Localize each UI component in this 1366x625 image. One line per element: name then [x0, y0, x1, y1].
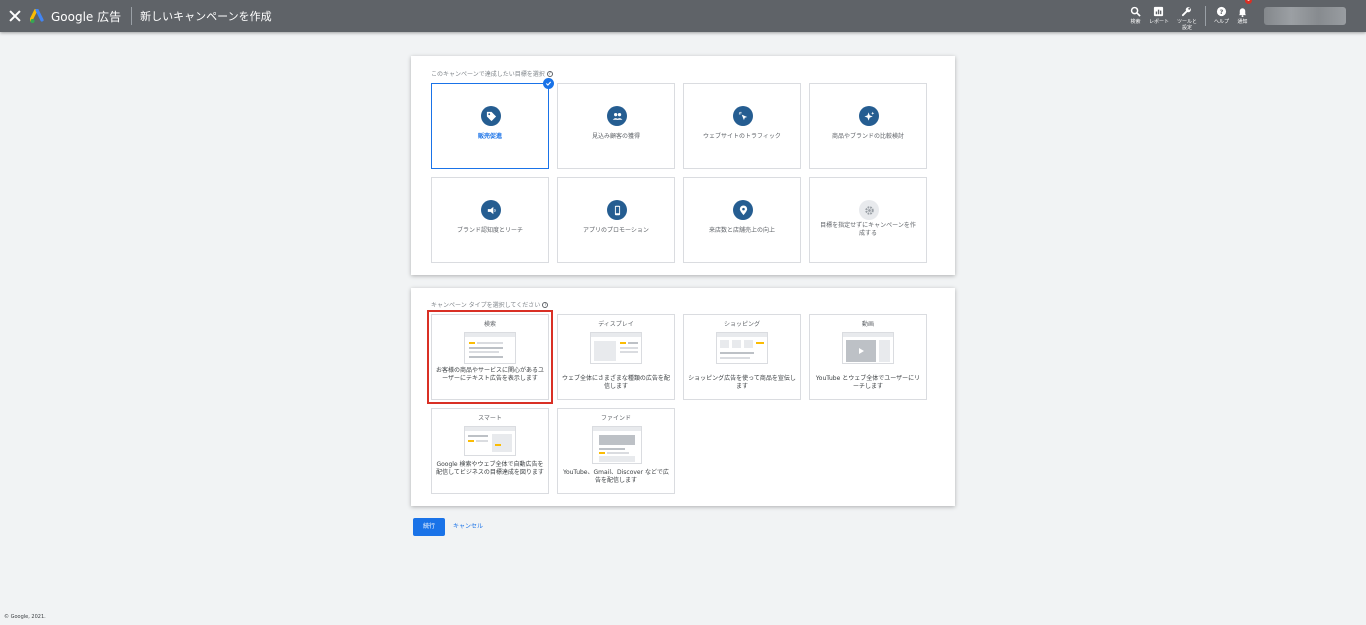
campaign-type-card: キャンペーン タイプを選択してください ? 検索 お客様の商品やサービスに関心が…	[411, 288, 955, 506]
tools-settings-button[interactable]: ツールと 設定	[1177, 0, 1197, 31]
campaign-type-section-label: キャンペーン タイプを選択してください ?	[431, 300, 549, 309]
tools-settings-label: ツールと 設定	[1176, 19, 1197, 31]
campaign-type-desc: Google 検索やウェブ全体で自動広告を配信してビジネスの目標達成を図ります	[436, 461, 544, 476]
goal-label: 来店数と店舗売上の向上	[708, 227, 775, 234]
campaign-type-title: ファインド	[600, 415, 631, 422]
campaign-type-display[interactable]: ディスプレイ ウェブ全体にさまざまな種類の広告を配信します	[557, 314, 675, 400]
discovery-thumbnail	[592, 426, 642, 464]
notifications-label: 通知	[1237, 19, 1248, 25]
goal-tile-sales[interactable]: 販売促進	[431, 78, 554, 169]
goal-label: 販売促進	[477, 133, 502, 140]
reports-button[interactable]: レポート	[1149, 0, 1169, 25]
campaign-type-smart[interactable]: スマート Google 検索やウェブ全体で自動広告を配信してビジネスの目標達成を…	[431, 408, 549, 494]
help-button[interactable]: ? ヘルプ	[1214, 0, 1229, 25]
campaign-type-title: 動画	[861, 321, 874, 328]
wrench-icon	[1182, 7, 1192, 17]
goal-tile-store-visits[interactable]: 来店数と店舗売上の向上	[683, 177, 801, 263]
shopping-thumbnail	[716, 332, 768, 364]
title-divider	[131, 7, 133, 25]
campaign-type-video[interactable]: 動画 YouTube とウェブ全体でユーザーにリーチします	[809, 314, 927, 400]
help-label: ヘルプ	[1213, 19, 1229, 25]
people-icon	[607, 106, 627, 126]
brand-name: Google 広告	[51, 9, 122, 24]
copyright-footer: © Google, 2021.	[4, 614, 46, 620]
megaphone-icon	[481, 200, 501, 220]
goal-tile-app-promotion[interactable]: アプリのプロモーション	[557, 177, 675, 263]
campaign-type-title: 検索	[483, 321, 496, 328]
sparkle-icon	[859, 106, 879, 126]
campaign-type-shopping[interactable]: ショッピング ショッピング広告を使って商品を宣伝します	[683, 314, 801, 400]
smart-thumbnail	[464, 426, 516, 456]
search-label: 検索	[1130, 19, 1141, 25]
close-icon[interactable]	[9, 10, 21, 22]
notifications-button[interactable]: 1 通知	[1237, 0, 1252, 25]
gear-icon	[859, 200, 879, 220]
goal-selection-card: このキャンペーンで達成したい目標を選択 ? 販売促進 見込み顧客の獲得 ウェブサ…	[411, 56, 955, 275]
goal-section-label: このキャンペーンで達成したい目標を選択 ?	[431, 69, 553, 78]
search-thumbnail	[464, 332, 516, 364]
campaign-type-desc: お客様の商品やサービスに関心があるユーザーにテキスト広告を表示します	[436, 367, 545, 382]
campaign-type-desc: YouTube とウェブ全体でユーザーにリーチします	[815, 375, 921, 390]
search-button[interactable]: 検索	[1130, 0, 1141, 25]
goal-tile-leads[interactable]: 見込み顧客の獲得	[557, 83, 675, 169]
phone-icon	[607, 200, 627, 220]
goal-label: 商品やブランドの比較検討	[831, 133, 904, 140]
campaign-type-discovery[interactable]: ファインド YouTube、Gmail、Discover などで広告を配信します	[557, 408, 675, 494]
campaign-type-title: ディスプレイ	[598, 321, 634, 328]
campaign-type-search[interactable]: 検索 お客様の商品やサービスに関心があるユーザーにテキスト広告を表示します	[427, 310, 553, 404]
location-pin-icon	[733, 200, 753, 220]
report-icon	[1154, 6, 1164, 17]
campaign-type-section-text: キャンペーン タイプを選択してください	[431, 302, 541, 309]
goal-label: 見込み顧客の獲得	[591, 133, 640, 140]
goal-tile-no-goal[interactable]: 目標を指定せずにキャンペーンを作成する	[809, 177, 927, 263]
svg-text:?: ?	[1220, 8, 1224, 16]
goal-label: アプリのプロモーション	[583, 227, 649, 234]
continue-button[interactable]: 続行	[413, 518, 445, 536]
toolbar: 検索 レポート ツールと 設定 ? ヘルプ 1 通知	[1126, 0, 1366, 32]
goal-label: 目標を指定せずにキャンペーンを作成する	[820, 222, 916, 237]
page-title: 新しいキャンペーンを作成	[140, 10, 272, 23]
notification-badge: 1	[1245, 0, 1252, 4]
campaign-type-title: ショッピング	[723, 321, 760, 328]
goal-help-icon[interactable]: ?	[546, 70, 553, 77]
reports-label: レポート	[1148, 19, 1169, 25]
goal-tile-awareness[interactable]: ブランド認知度とリーチ	[431, 177, 549, 263]
campaign-type-desc: ウェブ全体にさまざまな種類の広告を配信します	[562, 375, 670, 390]
campaign-type-desc: ショッピング広告を使って商品を宣伝します	[688, 375, 796, 390]
video-thumbnail	[842, 332, 894, 364]
display-thumbnail	[590, 332, 642, 364]
toolbar-divider	[1204, 6, 1206, 26]
bell-icon	[1238, 8, 1247, 17]
help-icon: ?	[1216, 6, 1227, 17]
google-ads-logo	[30, 8, 44, 23]
campaign-type-desc: YouTube、Gmail、Discover などで広告を配信します	[563, 469, 669, 484]
campaign-type-help-icon[interactable]: ?	[542, 301, 549, 308]
top-app-bar: Google 広告 新しいキャンペーンを作成 検索 レポート ツールと 設定 ?…	[0, 0, 1366, 32]
campaign-type-title: スマート	[478, 415, 502, 422]
checkmark-icon	[543, 78, 554, 89]
account-info[interactable]	[1264, 7, 1346, 25]
cancel-link[interactable]: キャンセル	[453, 518, 483, 536]
goal-label: ブランド認知度とリーチ	[456, 227, 523, 234]
goal-section-text: このキャンペーンで達成したい目標を選択	[431, 71, 545, 78]
goal-tile-consideration[interactable]: 商品やブランドの比較検討	[809, 83, 927, 169]
search-icon	[1130, 6, 1141, 17]
goal-tile-traffic[interactable]: ウェブサイトのトラフィック	[683, 83, 801, 169]
tag-icon	[481, 106, 501, 126]
goal-label: ウェブサイトのトラフィック	[703, 133, 781, 140]
cursor-click-icon	[733, 106, 753, 126]
